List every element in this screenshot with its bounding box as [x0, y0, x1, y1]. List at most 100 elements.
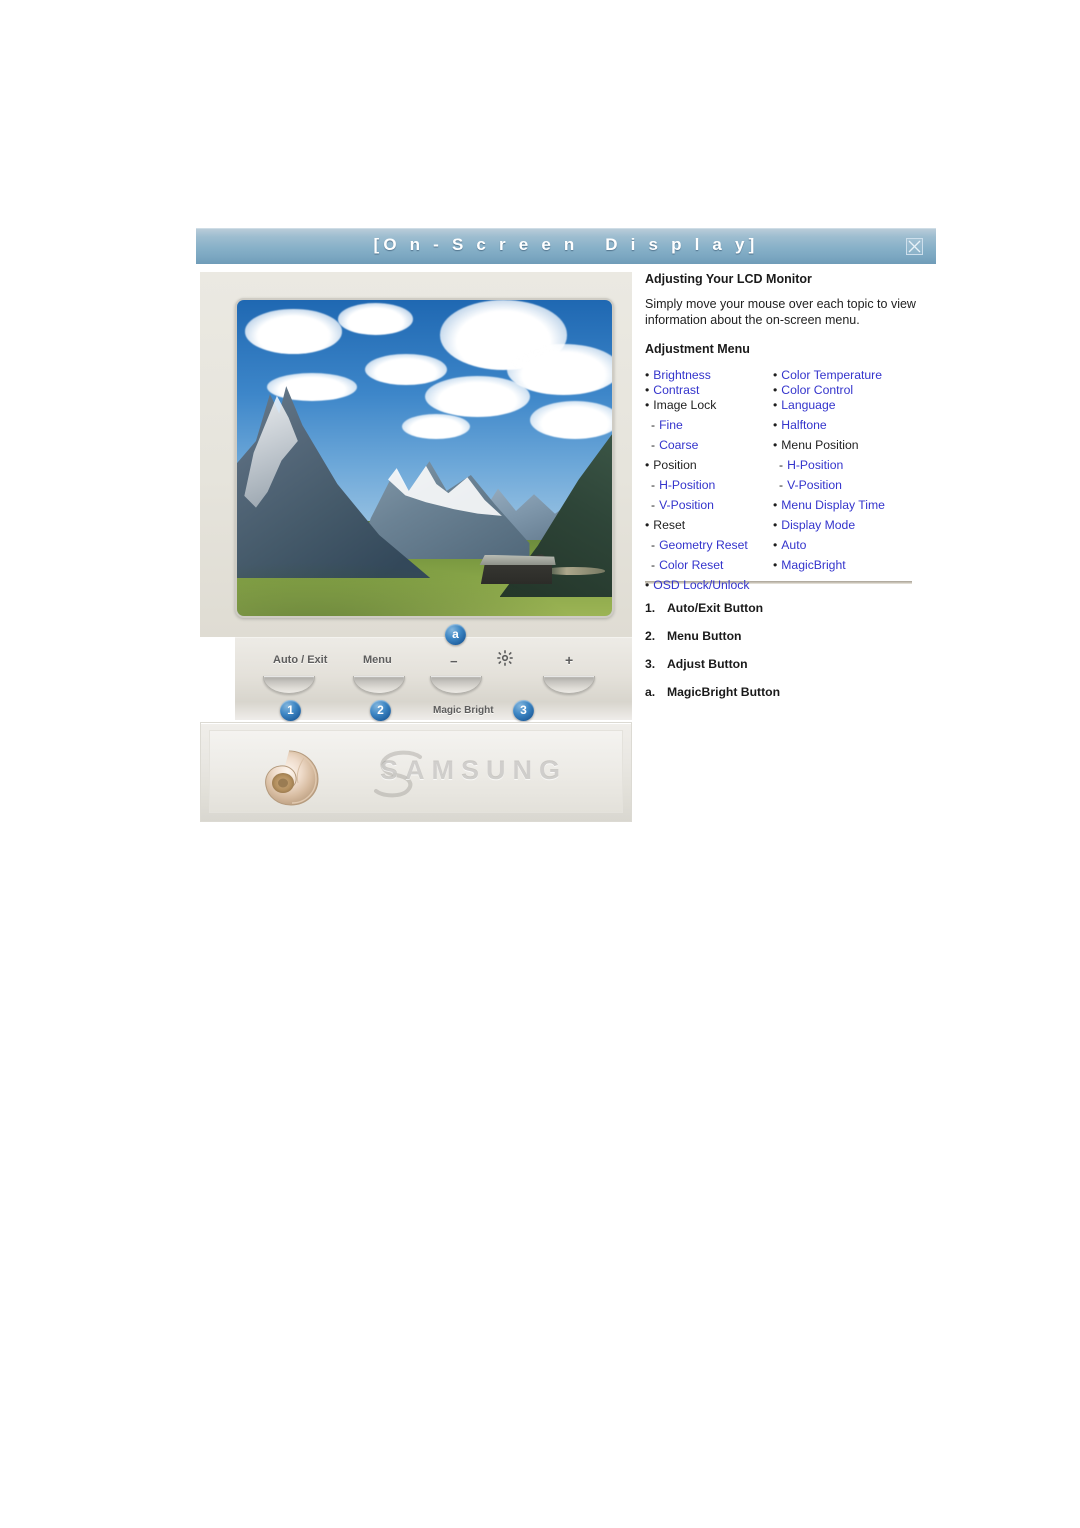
menu-item-h-position[interactable]: - H-Position [651, 478, 773, 492]
plus-button[interactable] [543, 676, 595, 694]
legend-label: Menu Button [667, 629, 742, 643]
badge-1[interactable]: 1 [280, 700, 301, 721]
menu-item-label: Menu Display Time [781, 498, 885, 512]
plus-label: + [565, 652, 574, 668]
legend-label: Adjust Button [667, 657, 748, 671]
menu-item-osd-lock-unlock[interactable]: • OSD Lock/Unlock [645, 578, 773, 592]
menu-item-reset: • Reset [645, 518, 773, 532]
menu-item-label: Fine [659, 418, 683, 432]
bullet-marker: • [773, 538, 778, 552]
menu-item-label: Contrast [653, 383, 700, 397]
auto-exit-label: Auto / Exit [273, 654, 328, 666]
menu-item-geometry-reset[interactable]: - Geometry Reset [651, 538, 773, 552]
bullet-marker: • [773, 368, 778, 382]
badge-2[interactable]: 2 [370, 700, 391, 721]
bullet-marker: • [645, 383, 650, 397]
legend-number: 3. [645, 657, 656, 671]
monitor-base-inner: SAMSUNG [209, 730, 623, 813]
close-icon[interactable] [906, 238, 923, 255]
samsung-wordmark: SAMSUNG [380, 755, 568, 785]
magicbright-caption: Magic Bright [433, 705, 494, 716]
menu-item-label: Auto [781, 538, 807, 552]
menu-item-label: OSD Lock/Unlock [653, 578, 750, 592]
minus-button[interactable] [430, 676, 482, 694]
osd-window: [O n - S c r e e n D i s p l a y] Auto /… [196, 228, 936, 840]
badge-a[interactable]: a [445, 624, 466, 645]
menu-item-label: Color Control [781, 383, 854, 397]
menu-item-position: • Position [645, 458, 773, 472]
menu-item-v-position[interactable]: - V-Position [651, 498, 773, 512]
menu-item-language[interactable]: • Language [773, 398, 933, 412]
menu-item-label: MagicBright [781, 558, 846, 572]
bullet-marker: • [773, 518, 778, 532]
menu-item-v-position[interactable]: - V-Position [779, 478, 933, 492]
menu-item-display-mode[interactable]: • Display Mode [773, 518, 933, 532]
dash-marker: - [651, 558, 656, 572]
menu-item-label: Coarse [659, 438, 699, 452]
cloud-icon [244, 309, 342, 354]
dash-marker: - [651, 418, 656, 432]
section-heading: Adjusting Your LCD Monitor [645, 272, 812, 286]
menu-item-label: Language [781, 398, 836, 412]
dash-marker: - [651, 478, 656, 492]
menu-item-coarse[interactable]: - Coarse [651, 438, 773, 452]
adjustment-menu-heading: Adjustment Menu [645, 342, 750, 356]
menu-item-color-reset[interactable]: - Color Reset [651, 558, 773, 572]
dash-marker: - [651, 538, 656, 552]
adjustment-menu-left-column: • Brightness • Contrast • Image Lock - Fine - Coa… [645, 367, 773, 592]
menu-item-magicbright[interactable]: • MagicBright [773, 558, 933, 572]
meadow-shadow [237, 552, 612, 616]
cloud-icon [402, 413, 470, 440]
monitor-illustration: Auto / Exit 1 Menu 2 − a + 3 Magic Brigh… [200, 272, 632, 842]
nautilus-shell-icon [258, 749, 320, 807]
bullet-marker: • [645, 518, 650, 532]
window-titlebar: [O n - S c r e e n D i s p l a y] [196, 228, 936, 268]
dash-marker: - [779, 478, 784, 492]
bullet-marker: • [773, 498, 778, 512]
menu-item-label: Reset [653, 518, 686, 532]
bullet-marker: • [645, 398, 650, 412]
cloud-icon [267, 372, 357, 402]
intro-text: Simply move your mouse over each topic t… [645, 297, 916, 327]
legend-row: 2. Menu Button [645, 629, 930, 643]
menu-item-label: Menu Position [781, 438, 859, 452]
menu-item-fine[interactable]: - Fine [651, 418, 773, 432]
legend-row: 1. Auto/Exit Button [645, 601, 930, 615]
cloud-icon [364, 353, 447, 386]
legend-label: MagicBright Button [667, 685, 781, 699]
monitor-bezel [200, 272, 632, 637]
cloud-icon [529, 401, 612, 440]
menu-item-menu-position: • Menu Position [773, 438, 933, 452]
legend-number: 2. [645, 629, 656, 643]
menu-button[interactable] [353, 676, 405, 694]
menu-item-contrast[interactable]: • Contrast [645, 383, 773, 397]
menu-item-color-control[interactable]: • Color Control [773, 383, 933, 397]
legend-label: Auto/Exit Button [667, 601, 764, 615]
menu-item-image-lock: • Image Lock [645, 398, 773, 412]
menu-item-menu-display-time[interactable]: • Menu Display Time [773, 498, 933, 512]
menu-item-label: V-Position [787, 478, 842, 492]
auto-exit-button[interactable] [263, 676, 315, 694]
menu-item-auto[interactable]: • Auto [773, 538, 933, 552]
menu-item-label: Geometry Reset [659, 538, 748, 552]
menu-item-h-position[interactable]: - H-Position [779, 458, 933, 472]
menu-item-label: Halftone [781, 418, 827, 432]
menu-item-label: Image Lock [653, 398, 717, 412]
menu-item-halftone[interactable]: • Halftone [773, 418, 933, 432]
menu-item-label: H-Position [787, 458, 844, 472]
bullet-marker: • [773, 438, 778, 452]
bullet-marker: • [773, 398, 778, 412]
dash-marker: - [651, 498, 656, 512]
menu-item-brightness[interactable]: • Brightness [645, 368, 773, 382]
monitor-control-panel: Auto / Exit 1 Menu 2 − a + 3 Magic Brigh… [235, 624, 632, 721]
menu-item-label: Color Reset [659, 558, 724, 572]
cloud-icon [424, 375, 530, 417]
page-title: [O n - S c r e e n D i s p l a y] [373, 235, 759, 254]
monitor-screen [235, 298, 614, 618]
bullet-marker: • [645, 458, 650, 472]
menu-item-color-temperature[interactable]: • Color Temperature [773, 368, 933, 382]
menu-item-label: Brightness [653, 368, 711, 382]
bullet-marker: • [773, 558, 778, 572]
badge-3[interactable]: 3 [513, 700, 534, 721]
monitor-base: SAMSUNG [200, 722, 632, 822]
